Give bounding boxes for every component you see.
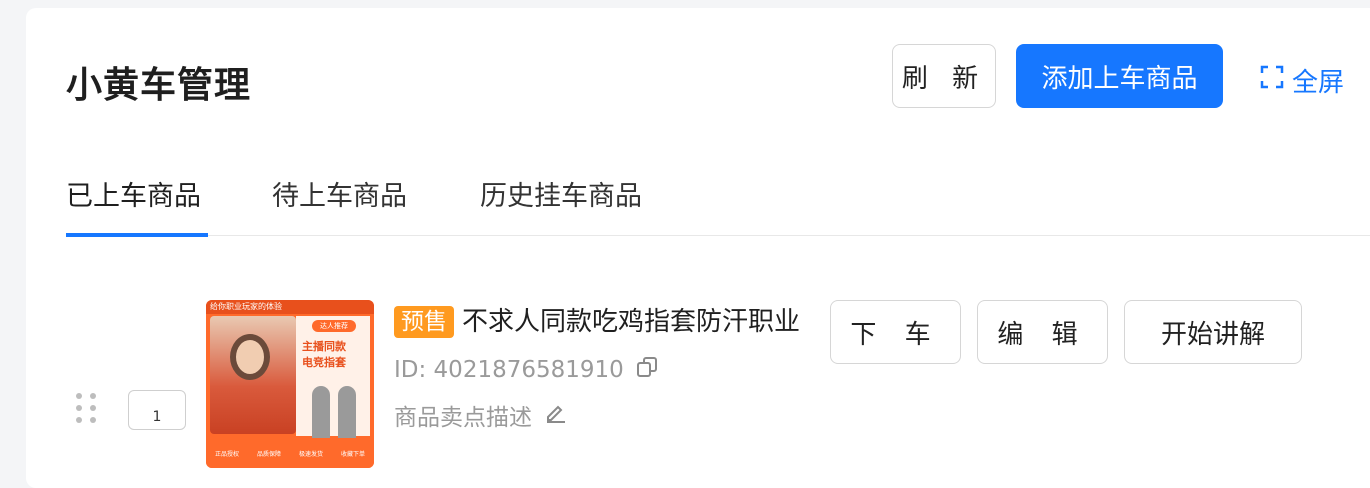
edit-button[interactable]: 编 辑 <box>977 300 1108 364</box>
thumb-tag: 达人推荐 <box>312 320 356 332</box>
main-card: 小黄车管理 刷 新 添加上车商品 全屏 已上车商品 待上车商品 历史挂车商品 1… <box>26 8 1370 488</box>
edit-pencil-icon[interactable] <box>544 400 568 430</box>
sequence-input[interactable]: 1 <box>128 390 186 430</box>
thumb-bottom-item: 收藏下单 <box>340 450 365 458</box>
thumb-panel: 达人推荐 主播同款 电竞指套 <box>296 316 370 444</box>
drag-handle-icon[interactable] <box>76 393 96 423</box>
thumb-bottom-item: 正品授权 <box>214 450 239 458</box>
tab-bar: 已上车商品 待上车商品 历史挂车商品 <box>66 168 1370 237</box>
product-id-row: ID: 4021876581910 <box>394 356 658 384</box>
copy-icon[interactable] <box>636 356 658 384</box>
add-product-button[interactable]: 添加上车商品 <box>1016 44 1223 108</box>
thumb-bottom-item: 品质保障 <box>256 450 281 458</box>
thumb-line1: 主播同款 <box>302 340 346 353</box>
tab-history-products[interactable]: 历史挂车商品 <box>480 174 642 235</box>
thumb-bottom-bar: 正品授权 品质保障 极速发货 收藏下单 <box>206 438 374 468</box>
off-car-button[interactable]: 下 车 <box>830 300 961 364</box>
fullscreen-icon <box>1260 65 1284 96</box>
tab-pending-products[interactable]: 待上车商品 <box>272 174 407 235</box>
product-thumbnail[interactable]: 给你职业玩家的体验 达人推荐 主播同款 电竞指套 正品授权 品质保障 极速发货 … <box>206 300 374 468</box>
presale-badge: 预售 <box>394 306 454 338</box>
tab-onboard-products[interactable]: 已上车商品 <box>66 174 201 235</box>
start-explain-button[interactable]: 开始讲解 <box>1124 300 1302 364</box>
thumb-head <box>230 334 270 380</box>
thumb-bottom-item: 极速发货 <box>298 450 323 458</box>
thumb-sleeve-right <box>338 386 356 444</box>
product-id: ID: 4021876581910 <box>394 357 624 383</box>
product-desc-row[interactable]: 商品卖点描述 <box>394 398 568 432</box>
product-title[interactable]: 不求人同款吃鸡指套防汗职业 <box>462 306 832 338</box>
active-tab-indicator <box>66 233 208 237</box>
thumb-line2: 电竞指套 <box>302 356 346 369</box>
product-desc: 商品卖点描述 <box>394 405 532 431</box>
thumb-sleeve-left <box>312 386 330 444</box>
fullscreen-label: 全屏 <box>1292 68 1345 98</box>
thumb-top-strip: 给你职业玩家的体验 <box>206 300 374 314</box>
page-title: 小黄车管理 <box>66 65 252 106</box>
refresh-button[interactable]: 刷 新 <box>892 44 996 108</box>
fullscreen-toggle[interactable]: 全屏 <box>1260 62 1344 99</box>
